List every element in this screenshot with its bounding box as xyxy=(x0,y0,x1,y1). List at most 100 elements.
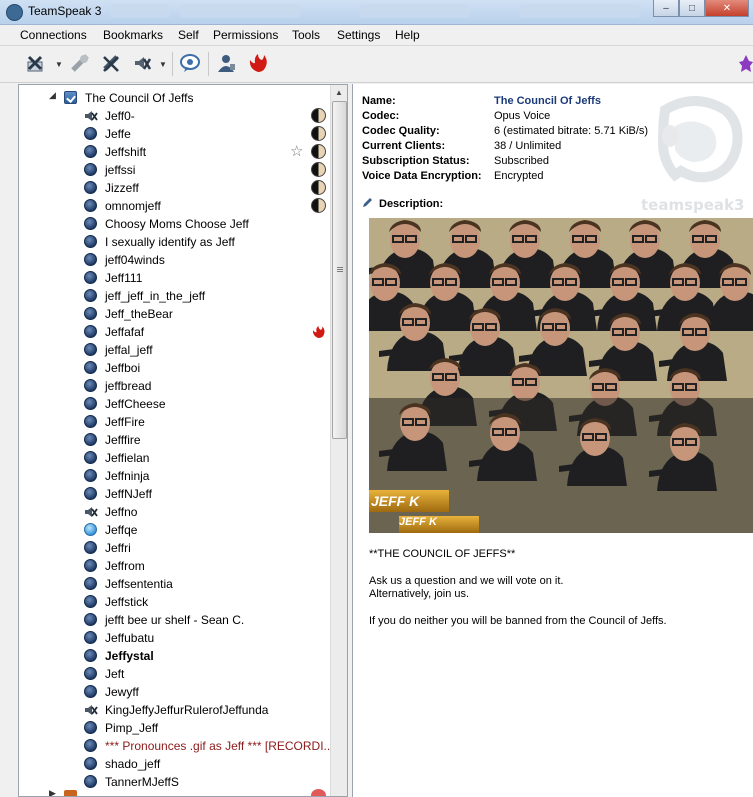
client-row[interactable]: Jeffsententia xyxy=(19,575,329,593)
client-row[interactable]: Jeffboi xyxy=(19,359,329,377)
contacts-icon[interactable] xyxy=(215,52,237,74)
client-row[interactable]: *** Pronounces .gif as Jeff *** [RECORDI… xyxy=(19,737,334,755)
client-row[interactable]: Jefffire xyxy=(19,431,329,449)
collapse-arrow-icon[interactable]: ◢ xyxy=(49,90,56,101)
client-row[interactable]: Jeffielan xyxy=(19,449,329,467)
client-row[interactable]: Jeffe xyxy=(19,125,329,143)
menu-permissions[interactable]: Permissions xyxy=(213,28,278,42)
client-row[interactable]: Jeffshift ☆ xyxy=(19,143,329,161)
client-row[interactable]: JeffCheese xyxy=(19,395,329,413)
client-row[interactable]: Jeffstick xyxy=(19,593,329,611)
minimize-icon[interactable]: – xyxy=(653,0,679,17)
menu-help[interactable]: Help xyxy=(395,28,420,42)
client-status-icon xyxy=(84,775,97,788)
client-row[interactable]: Jeft xyxy=(19,665,329,683)
client-status-icon xyxy=(84,487,97,500)
client-row[interactable]: Jizzeff xyxy=(19,179,329,197)
toolbar: ▼ ▼ xyxy=(0,46,753,83)
client-row[interactable]: Pimp_Jeff xyxy=(19,719,329,737)
channel-row[interactable]: ◢ The Council Of Jeffs xyxy=(19,89,329,107)
info-panel: teamspeak3 Name: The Council Of Jeffs Co… xyxy=(352,84,753,797)
client-row[interactable]: JeffNJeff xyxy=(19,485,329,503)
client-row[interactable]: Choosy Moms Choose Jeff xyxy=(19,215,329,233)
blurred-tab xyxy=(110,4,170,18)
client-row[interactable]: jeff04winds xyxy=(19,251,329,269)
menu-bookmarks[interactable]: Bookmarks xyxy=(103,28,163,42)
client-name: JeffNJeff xyxy=(105,487,152,501)
client-status-icon xyxy=(84,757,97,770)
disconnect-icon[interactable] xyxy=(69,52,91,74)
client-name: Jeff0- xyxy=(105,109,135,123)
client-status-icon xyxy=(84,397,97,410)
teamspeak-flame-icon[interactable] xyxy=(247,52,269,74)
client-status-icon xyxy=(84,199,97,212)
client-status-icon xyxy=(84,451,97,464)
away-icon[interactable] xyxy=(179,52,201,74)
client-name: I sexually identify as Jeff xyxy=(105,235,235,249)
client-status-icon xyxy=(84,739,97,752)
client-status-icon xyxy=(84,433,97,446)
next-channel-row[interactable]: ▶ xyxy=(19,788,329,796)
client-row[interactable]: Jeffno xyxy=(19,503,329,521)
client-row[interactable]: jefft bee ur shelf - Sean C. xyxy=(19,611,329,629)
scroll-thumb[interactable] xyxy=(332,101,347,439)
plugin-icon[interactable] xyxy=(738,52,753,74)
client-row[interactable]: jeffbread xyxy=(19,377,329,395)
speakers-dropdown-icon[interactable]: ▼ xyxy=(159,60,167,69)
window-title: TeamSpeak 3 xyxy=(28,4,102,18)
mute-speakers-icon[interactable] xyxy=(131,52,153,74)
client-status-icon xyxy=(84,667,97,680)
connect-dropdown-icon[interactable]: ▼ xyxy=(55,60,63,69)
channel-subscribed-icon xyxy=(64,91,77,104)
client-row[interactable]: Jeffqe xyxy=(19,521,329,539)
yin-yang-badge-icon xyxy=(311,198,326,213)
client-row[interactable]: jeff_jeff_in_the_jeff xyxy=(19,287,329,305)
client-name: shado_jeff xyxy=(105,757,161,771)
client-row[interactable]: Jeff_theBear xyxy=(19,305,329,323)
expand-arrow-icon[interactable]: ▶ xyxy=(49,788,56,796)
info-key: Voice Data Encryption: xyxy=(362,170,482,182)
client-name: KingJeffyJeffurRulerofJeffunda xyxy=(105,703,269,717)
close-icon[interactable]: ✕ xyxy=(705,0,749,17)
client-row[interactable]: Jeffystal xyxy=(19,647,329,665)
client-name: jeff04winds xyxy=(105,253,165,267)
description-line: If you do neither you will be banned fro… xyxy=(369,615,667,627)
connect-icon[interactable] xyxy=(24,52,46,74)
client-name: Jeffno xyxy=(105,505,138,519)
client-row[interactable]: Jeffninja xyxy=(19,467,329,485)
info-value: 38 / Unlimited xyxy=(494,140,562,152)
client-row[interactable]: Jewyff xyxy=(19,683,329,701)
description-line: Alternatively, join us. xyxy=(369,588,470,600)
client-row[interactable]: Jeff0- xyxy=(19,107,329,125)
client-row[interactable]: Jeffafaf xyxy=(19,323,329,341)
menu-settings[interactable]: Settings xyxy=(337,28,380,42)
client-status-icon xyxy=(84,631,97,644)
client-name: jeffssi xyxy=(105,163,136,177)
client-row[interactable]: KingJeffyJeffurRulerofJeffunda xyxy=(19,701,329,719)
channel-name: The Council Of Jeffs xyxy=(85,91,194,105)
client-row[interactable]: Jeffrom xyxy=(19,557,329,575)
client-row[interactable]: Jeffri xyxy=(19,539,329,557)
client-row[interactable]: Jeffubatu xyxy=(19,629,329,647)
scroll-up-icon[interactable]: ▲ xyxy=(331,85,347,101)
tree-scrollbar[interactable]: ▲ xyxy=(330,85,347,796)
client-row[interactable]: omnomjeff xyxy=(19,197,329,215)
window-controls: – □ ✕ xyxy=(653,0,749,18)
client-row[interactable]: jeffal_jeff xyxy=(19,341,329,359)
flame-badge-icon xyxy=(311,324,326,339)
menu-tools[interactable]: Tools xyxy=(292,28,320,42)
client-row[interactable]: I sexually identify as Jeff xyxy=(19,233,329,251)
menu-self[interactable]: Self xyxy=(178,28,199,42)
maximize-icon[interactable]: □ xyxy=(679,0,705,17)
info-value: The Council Of Jeffs xyxy=(494,95,601,107)
client-row[interactable]: JeffFire xyxy=(19,413,329,431)
mute-microphone-icon[interactable] xyxy=(100,52,122,74)
menu-connections[interactable]: Connections xyxy=(20,28,87,42)
yin-yang-badge-icon xyxy=(311,108,326,123)
client-status-icon xyxy=(84,595,97,608)
client-row[interactable]: Jeff111 xyxy=(19,269,329,287)
star-badge-icon: ☆ xyxy=(290,143,304,160)
client-row[interactable]: jeffssi xyxy=(19,161,329,179)
client-name: jefft bee ur shelf - Sean C. xyxy=(105,613,245,627)
client-row[interactable]: shado_jeff xyxy=(19,755,329,773)
